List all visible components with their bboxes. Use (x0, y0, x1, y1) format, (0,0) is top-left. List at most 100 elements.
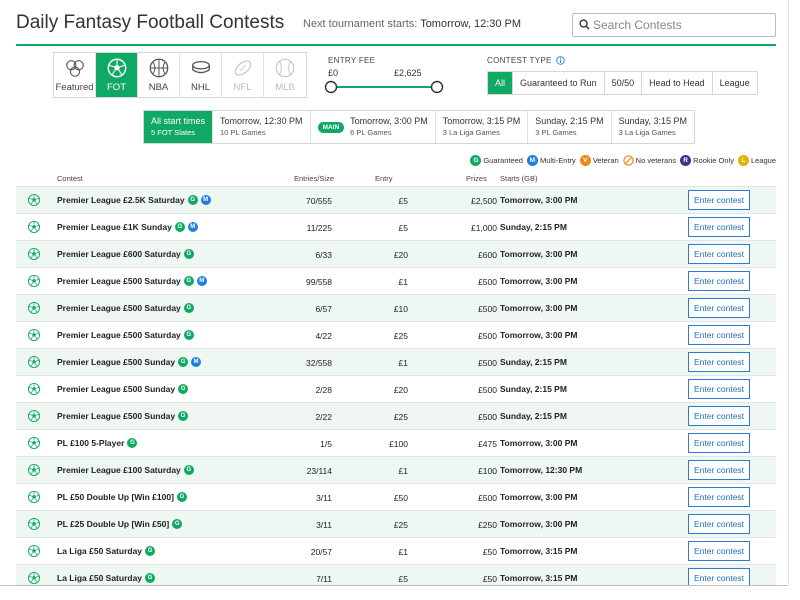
contest-name[interactable]: Premier League £500 Saturday G (57, 303, 194, 313)
search-box[interactable] (572, 13, 776, 37)
entry-fee: £1 (398, 547, 408, 557)
start-time-label: Sunday, 2:15 PM (535, 116, 604, 126)
contest-type-50-50[interactable]: 50/50 (604, 72, 643, 94)
sport-tile-nhl[interactable]: NHL (180, 53, 222, 97)
contest-name[interactable]: Premier League £100 Saturday G (57, 465, 194, 475)
enter-contest-button[interactable]: Enter contest (688, 433, 750, 453)
contest-name[interactable]: PL £25 Double Up [Win £50] G (57, 519, 183, 529)
table-row[interactable]: Premier League £1K Sunday G M 11/225 £5 £1,00… (16, 214, 776, 241)
page-title: Daily Fantasy Football Contests (16, 12, 285, 33)
contest-type-all[interactable]: All (488, 72, 514, 94)
contest-name-text: Premier League £2.5K Saturday (57, 195, 185, 205)
slider-handle-max[interactable] (430, 80, 444, 94)
contest-name[interactable]: Premier League £2.5K Saturday G M (57, 195, 211, 205)
entries-size: 20/57 (310, 547, 332, 557)
basketball-icon (149, 58, 168, 78)
enter-contest-button[interactable]: Enter contest (688, 298, 750, 318)
horizontal-scrollbar[interactable] (0, 585, 788, 600)
table-row[interactable]: Premier League £500 Saturday G 4/22 £25 £500… (16, 322, 776, 349)
badge-m: M (196, 276, 207, 286)
contest-name[interactable]: PL £50 Double Up [Win £100] G (57, 492, 187, 502)
contest-name[interactable]: La Liga £50 Saturday G (57, 573, 156, 583)
enter-contest-button[interactable]: Enter contest (688, 514, 750, 534)
start-time: Tomorrow, 3:15 PM (500, 546, 578, 556)
table-row[interactable]: Premier League £500 Sunday G 2/28 £20 £500 Su… (16, 376, 776, 403)
contest-type-head-to-head[interactable]: Head to Head (642, 72, 713, 94)
prize-pool: £250 (478, 520, 497, 530)
table-row[interactable]: Premier League £500 Saturday G 6/57 £10 £500… (16, 295, 776, 322)
start-time-option[interactable]: All start times 5 FOT Slates (144, 111, 214, 143)
start-time-option[interactable]: Tomorrow, 3:15 PM 3 La Liga Games (435, 111, 529, 143)
enter-contest-button[interactable]: Enter contest (688, 217, 750, 237)
table-row[interactable]: Premier League £500 Sunday G M 32/558 £1 £500… (16, 349, 776, 376)
col-entries[interactable]: Entries/Size (294, 174, 334, 183)
vertical-scrollbar[interactable] (788, 0, 800, 585)
table-row[interactable]: La Liga £50 Saturday G 7/11 £5 £50 Tomorrow, … (16, 565, 776, 585)
contest-name[interactable]: Premier League £1K Sunday G M (57, 222, 198, 232)
start-time: Sunday, 2:15 PM (500, 411, 567, 421)
sport-tile-mlb[interactable]: MLB (264, 53, 306, 97)
start-time: Tomorrow, 3:00 PM (500, 195, 578, 205)
entry-fee: £25 (393, 412, 408, 422)
col-contest[interactable]: Contest (57, 174, 83, 183)
enter-contest-button[interactable]: Enter contest (688, 271, 750, 291)
contest-name-text: Premier League £100 Saturday (57, 465, 181, 475)
table-row[interactable]: La Liga £50 Saturday G 20/57 £1 £50 Tomorrow,… (16, 538, 776, 565)
contest-name[interactable]: La Liga £50 Saturday G (57, 546, 156, 556)
prize-pool: £50 (482, 547, 497, 557)
search-input[interactable] (593, 18, 763, 32)
contest-name[interactable]: Premier League £500 Sunday G M (57, 357, 202, 367)
table-row[interactable]: PL £25 Double Up [Win £50] G 3/11 £25 £250 To… (16, 511, 776, 538)
enter-contest-button[interactable]: Enter contest (688, 487, 750, 507)
contest-name[interactable]: Premier League £600 Saturday G (57, 249, 194, 259)
info-icon[interactable] (555, 56, 565, 65)
enter-contest-button[interactable]: Enter contest (688, 541, 750, 561)
enter-contest-button[interactable]: Enter contest (688, 568, 750, 585)
table-row[interactable]: PL £50 Double Up [Win £100] G 3/11 £50 £500 T… (16, 484, 776, 511)
table-row[interactable]: Premier League £500 Sunday G 2/22 £25 £500 Su… (16, 403, 776, 430)
entry-fee-slider[interactable] (324, 80, 444, 94)
table-row[interactable]: PL £100 5-Player G 1/5 £100 £475 Tomorrow, 3:… (16, 430, 776, 457)
col-entry[interactable]: Entry (375, 174, 393, 183)
contest-name[interactable]: PL £100 5-Player G (57, 438, 138, 448)
badge-g: G (176, 492, 187, 502)
enter-contest-button[interactable]: Enter contest (688, 460, 750, 480)
contest-type-league[interactable]: League (712, 72, 757, 94)
contest-name[interactable]: Premier League £500 Sunday G (57, 384, 189, 394)
sport-tile-label: MLB (275, 82, 295, 93)
next-tournament-time: Tomorrow, 12:30 PM (420, 18, 522, 30)
entries-size: 6/57 (315, 304, 332, 314)
start-time-option[interactable]: Sunday, 3:15 PM 3 La Liga Games (611, 111, 694, 143)
legend-label: No veterans (635, 156, 677, 165)
col-prizes[interactable]: Prizes (466, 174, 487, 183)
table-row[interactable]: Premier League £600 Saturday G 6/33 £20 £600… (16, 241, 776, 268)
table-row[interactable]: Premier League £100 Saturday G 23/114 £1 £10… (16, 457, 776, 484)
enter-contest-button[interactable]: Enter contest (688, 352, 750, 372)
sport-tile-fot[interactable]: FOT (96, 53, 138, 97)
entries-size: 4/22 (315, 331, 332, 341)
baseball-icon (275, 58, 295, 78)
contest-name[interactable]: Premier League £500 Saturday G (57, 330, 194, 340)
horizontal-scroll-thumb[interactable] (2, 589, 782, 597)
contest-type-guaranteed-to-run[interactable]: Guaranteed to Run (513, 72, 605, 94)
enter-contest-button[interactable]: Enter contest (688, 325, 750, 345)
contest-name[interactable]: Premier League £500 Saturday G M (57, 276, 207, 286)
table-row[interactable]: Premier League £2.5K Saturday G M 70/555 £5 £… (16, 187, 776, 214)
slider-handle-min[interactable] (324, 80, 338, 94)
start-time-option[interactable]: Tomorrow, 12:30 PM 10 PL Games (213, 111, 311, 143)
entry-fee: £1 (398, 277, 408, 287)
col-starts[interactable]: Starts (GB) (500, 174, 538, 183)
sport-tile-featured[interactable]: Featured (54, 53, 96, 97)
start-time-text: All start times 5 FOT Slates (151, 116, 205, 137)
sport-tile-nba[interactable]: NBA (138, 53, 180, 97)
entries-size: 11/225 (306, 223, 332, 233)
contest-name[interactable]: Premier League £500 Sunday G (57, 411, 189, 421)
enter-contest-button[interactable]: Enter contest (688, 379, 750, 399)
enter-contest-button[interactable]: Enter contest (688, 406, 750, 426)
enter-contest-button[interactable]: Enter contest (688, 244, 750, 264)
table-row[interactable]: Premier League £500 Saturday G M 99/558 £1 £5… (16, 268, 776, 295)
start-time-option[interactable]: Sunday, 2:15 PM 3 PL Games (528, 111, 612, 143)
sport-tile-nfl[interactable]: NFL (222, 53, 264, 97)
start-time-option[interactable]: MAIN Tomorrow, 3:00 PM 6 PL Games (310, 111, 436, 143)
enter-contest-button[interactable]: Enter contest (688, 190, 750, 210)
